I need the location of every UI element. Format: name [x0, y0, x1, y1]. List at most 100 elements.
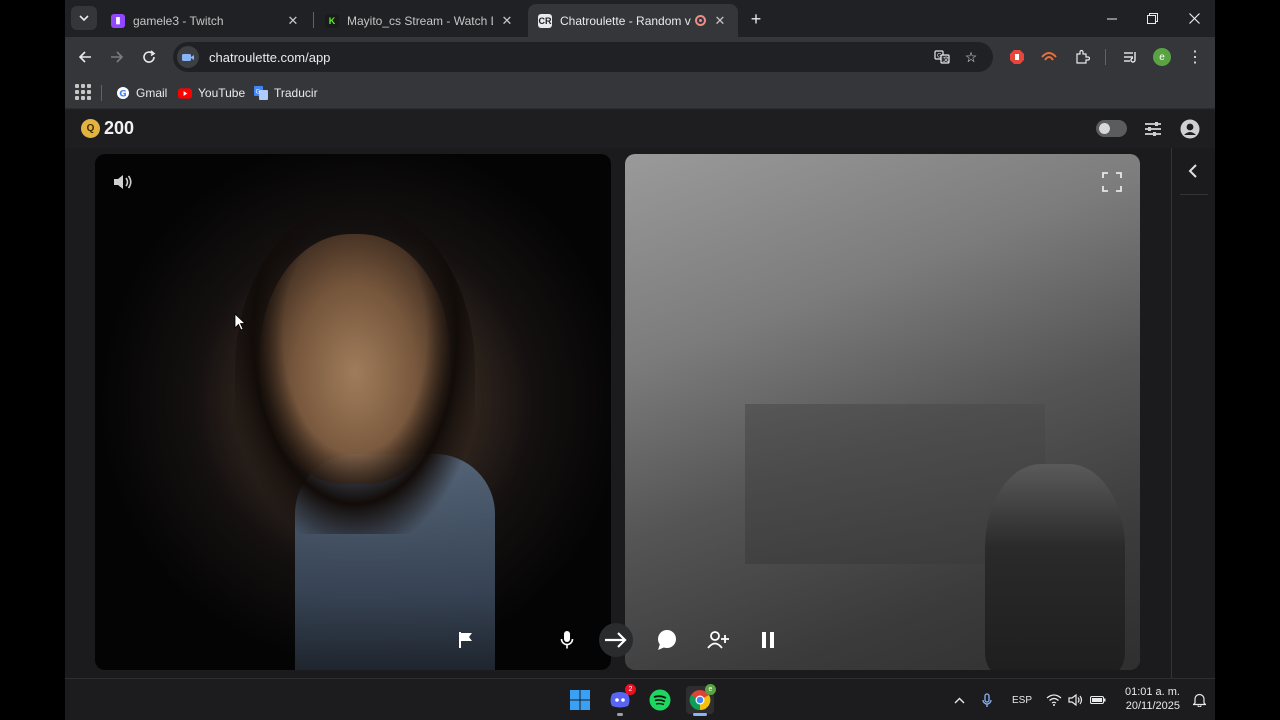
browser-menu-icon[interactable]: ⋮ — [1185, 47, 1205, 67]
taskbar-chrome[interactable]: e — [686, 684, 716, 716]
add-friend-button[interactable] — [701, 623, 735, 657]
taskbar-discord[interactable]: 2 — [606, 684, 636, 716]
letterbox-right — [1215, 0, 1280, 720]
volume-icon — [114, 175, 132, 189]
tab-separator — [313, 12, 314, 28]
notifications-bell-icon[interactable] — [1191, 691, 1207, 709]
bookmark-youtube[interactable]: YouTube — [178, 83, 245, 103]
microphone-button[interactable] — [550, 623, 584, 657]
microphone-tray-icon[interactable] — [979, 691, 995, 709]
adblock-extension-icon[interactable] — [1007, 47, 1027, 67]
new-tab-button[interactable]: + — [745, 8, 767, 30]
extensions-icon[interactable] — [1072, 47, 1092, 67]
report-button[interactable] — [449, 623, 483, 657]
profile-badge-icon: e — [705, 684, 716, 695]
minimize-icon — [1107, 18, 1117, 19]
translate-page-icon[interactable]: G文 — [932, 47, 952, 67]
bookmarks-bar: G Gmail YouTube G Traducir — [65, 77, 1215, 109]
chat-side-panel — [1171, 148, 1215, 678]
windows-taskbar: 2 e ESP 01:01 a. m. 20/11/2025 — [65, 678, 1215, 720]
start-button[interactable] — [566, 686, 594, 714]
bookmark-traducir[interactable]: G Traducir — [254, 83, 318, 103]
bookmark-label: YouTube — [198, 86, 246, 100]
self-video — [625, 154, 1140, 670]
restore-icon — [1146, 13, 1158, 24]
vpn-extension-icon[interactable] — [1039, 47, 1059, 67]
pause-icon — [762, 632, 774, 648]
clock-time: 01:01 a. m. — [1124, 686, 1180, 698]
notification-badge: 2 — [625, 684, 636, 695]
arrow-left-icon — [78, 51, 91, 63]
svg-text:G: G — [256, 89, 261, 96]
svg-text:文: 文 — [943, 56, 949, 64]
minimize-button[interactable] — [1091, 0, 1133, 37]
bookmark-label: Traducir — [274, 86, 318, 100]
bookmarks-separator — [101, 85, 102, 101]
chevron-down-icon — [79, 15, 89, 22]
bookmark-gmail[interactable]: G Gmail — [116, 83, 167, 103]
taskbar-spotify[interactable] — [646, 686, 674, 714]
tab-search-button[interactable] — [71, 6, 97, 30]
tab-title: Mayito_cs Stream - Watch Live — [347, 13, 493, 28]
input-language[interactable]: ESP — [1009, 691, 1035, 709]
close-icon[interactable]: ✕ — [285, 13, 301, 29]
toggle-knob — [1099, 123, 1110, 134]
chevron-left-icon — [1188, 164, 1197, 178]
tab-twitch[interactable]: ▮ gamele3 - Twitch ✕ — [101, 4, 311, 37]
running-indicator — [617, 713, 623, 716]
battery-icon[interactable] — [1089, 691, 1107, 709]
user-icon — [1180, 119, 1200, 139]
video-subject-hair — [235, 204, 475, 534]
recording-icon — [695, 15, 706, 26]
chevron-up-icon — [954, 697, 964, 703]
reload-button[interactable] — [137, 45, 161, 69]
translate-icon: G — [254, 86, 268, 100]
screen: ▮ gamele3 - Twitch ✕ K Mayito_cs Stream … — [65, 0, 1215, 720]
camera-icon — [182, 54, 194, 61]
mouse-cursor-icon — [234, 313, 246, 331]
speaker-icon[interactable] — [1067, 691, 1085, 709]
close-icon[interactable]: ✕ — [712, 13, 728, 29]
call-controls — [439, 613, 799, 667]
svg-text:G: G — [937, 53, 942, 60]
partner-video — [95, 154, 611, 670]
close-icon[interactable]: ✕ — [499, 13, 515, 29]
close-icon — [1188, 13, 1200, 24]
apps-grid-icon[interactable] — [75, 84, 91, 100]
wifi-icon[interactable] — [1045, 691, 1063, 709]
next-button[interactable] — [599, 623, 633, 657]
bookmark-star-icon[interactable]: ☆ — [961, 47, 981, 67]
tab-chatroulette[interactable]: CR Chatroulette - Random vide ✕ — [528, 4, 738, 37]
address-bar[interactable]: chatroulette.com/app G文 ☆ — [173, 42, 993, 72]
chat-button[interactable] — [650, 623, 684, 657]
theme-toggle[interactable] — [1096, 120, 1127, 137]
tab-kick[interactable]: K Mayito_cs Stream - Watch Live ✕ — [315, 4, 525, 37]
chatroulette-icon: CR — [538, 13, 552, 28]
letterbox-left — [0, 0, 65, 720]
coin-balance[interactable]: 200 — [104, 118, 134, 139]
microphone-icon — [560, 631, 574, 649]
app-header: Q 200 — [65, 110, 1215, 148]
active-indicator — [693, 713, 707, 716]
forward-button[interactable] — [105, 45, 129, 69]
fullscreen-button[interactable] — [1098, 168, 1126, 196]
fullscreen-icon — [1102, 172, 1122, 192]
pause-button[interactable] — [751, 623, 785, 657]
browser-toolbar: chatroulette.com/app G文 ☆ e ⋮ — [65, 37, 1215, 77]
site-info-button[interactable] — [177, 46, 199, 68]
filters-button[interactable] — [1142, 118, 1164, 140]
svg-text:G: G — [119, 90, 126, 100]
collapse-panel-button[interactable] — [1182, 160, 1204, 182]
volume-button[interactable] — [109, 168, 137, 196]
profile-avatar[interactable]: e — [1153, 48, 1171, 66]
media-controls-icon[interactable] — [1121, 47, 1141, 67]
chat-bubble-icon — [658, 630, 676, 650]
back-button[interactable] — [73, 45, 97, 69]
system-clock[interactable]: 01:01 a. m. 20/11/2025 — [1120, 685, 1180, 713]
account-button[interactable] — [1179, 118, 1201, 140]
sliders-icon — [1145, 122, 1161, 136]
flag-icon — [459, 632, 472, 648]
show-hidden-icons-button[interactable] — [951, 691, 967, 709]
restore-button[interactable] — [1131, 0, 1173, 37]
close-window-button[interactable] — [1173, 0, 1215, 37]
